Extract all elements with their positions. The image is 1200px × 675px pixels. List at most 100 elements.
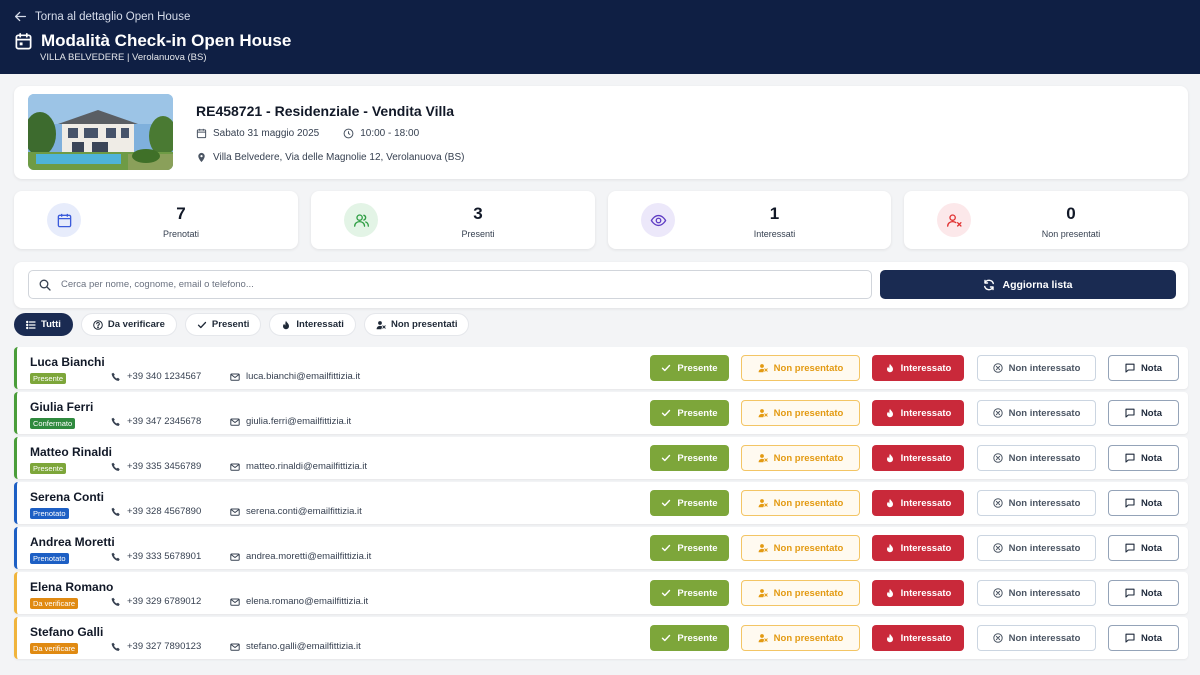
- mark-no-show-button[interactable]: Non presentato: [741, 445, 860, 471]
- button-label: Non interessato: [1008, 497, 1081, 509]
- back-link[interactable]: Torna al dettaglio Open House: [14, 10, 190, 23]
- mark-not-interested-button[interactable]: Non interessato: [977, 490, 1096, 516]
- phone-text: +39 328 4567890: [127, 506, 202, 517]
- email-text: stefano.galli@emailfittizia.it: [246, 641, 361, 652]
- mark-present-button[interactable]: Presente: [650, 445, 729, 471]
- mark-interested-button[interactable]: Interessato: [872, 580, 964, 606]
- check-icon: [197, 321, 207, 328]
- flame-icon: [886, 363, 893, 373]
- status-badge: Confermato: [30, 418, 76, 429]
- tab-presenti[interactable]: Presenti: [184, 313, 262, 336]
- mark-present-button[interactable]: Presente: [650, 355, 729, 381]
- check-icon: [662, 544, 671, 552]
- search-input[interactable]: [61, 279, 841, 290]
- mark-present-button[interactable]: Presente: [650, 535, 729, 561]
- tab-tutti[interactable]: Tutti: [14, 313, 73, 336]
- mark-interested-button[interactable]: Interessato: [872, 400, 964, 426]
- search-icon: [39, 279, 51, 291]
- x-circle-icon: [992, 408, 1003, 418]
- user-x-icon: [758, 409, 768, 418]
- phone-icon: [111, 597, 120, 606]
- mark-interested-button[interactable]: Interessato: [872, 625, 964, 651]
- search-box[interactable]: [28, 270, 872, 299]
- mark-interested-button[interactable]: Interessato: [872, 535, 964, 561]
- search-panel: Aggiorna lista: [14, 262, 1188, 308]
- attendee-row: Luca Bianchi Presente +39 340 1234567 lu…: [14, 347, 1188, 389]
- add-note-button[interactable]: Nota: [1108, 400, 1179, 426]
- message-icon: [1125, 543, 1135, 553]
- refresh-icon: [984, 279, 995, 290]
- mark-present-button[interactable]: Presente: [650, 400, 729, 426]
- button-label: Non interessato: [1008, 362, 1081, 374]
- phone-icon: [111, 462, 120, 471]
- stat-value: 0: [1066, 204, 1076, 223]
- attendee-phone: +39 327 7890123: [111, 641, 201, 652]
- button-label: Non presentato: [773, 452, 844, 464]
- attendee-phone: +39 340 1234567: [111, 371, 201, 382]
- add-note-button[interactable]: Nota: [1108, 580, 1179, 606]
- check-icon: [662, 499, 671, 507]
- attendee-list: Luca Bianchi Presente +39 340 1234567 lu…: [14, 347, 1188, 662]
- mark-not-interested-button[interactable]: Non interessato: [977, 445, 1096, 471]
- mark-no-show-button[interactable]: Non presentato: [741, 535, 860, 561]
- mark-present-button[interactable]: Presente: [650, 490, 729, 516]
- button-label: Non interessato: [1008, 542, 1081, 554]
- tab-da-verificare[interactable]: Da verificare: [80, 313, 177, 336]
- mail-icon: [230, 418, 240, 426]
- button-label: Interessato: [900, 452, 952, 464]
- flame-icon: [886, 633, 893, 643]
- tab-non-presentati[interactable]: Non presentati: [363, 313, 470, 336]
- mark-interested-button[interactable]: Interessato: [872, 490, 964, 516]
- email-text: andrea.moretti@emailfittizia.it: [246, 551, 372, 562]
- refresh-list-button[interactable]: Aggiorna lista: [880, 270, 1176, 299]
- question-icon: [93, 319, 103, 330]
- mark-present-button[interactable]: Presente: [650, 625, 729, 651]
- property-time: 10:00 - 18:00: [360, 128, 420, 139]
- tab-interessati[interactable]: Interessati: [269, 313, 356, 336]
- button-label: Nota: [1140, 632, 1163, 644]
- user-x-icon: [758, 589, 768, 598]
- mark-no-show-button[interactable]: Non presentato: [741, 625, 860, 651]
- mark-present-button[interactable]: Presente: [650, 580, 729, 606]
- phone-icon: [111, 372, 120, 381]
- mark-not-interested-button[interactable]: Non interessato: [977, 355, 1096, 381]
- status-badge: Prenotato: [30, 553, 69, 564]
- attendee-name: Matteo Rinaldi: [30, 445, 113, 459]
- attendee-name: Stefano Galli: [30, 625, 104, 639]
- add-note-button[interactable]: Nota: [1108, 625, 1179, 651]
- attendee-email: matteo.rinaldi@emailfittizia.it: [230, 461, 367, 472]
- tab-label: Da verificare: [107, 319, 165, 330]
- add-note-button[interactable]: Nota: [1108, 490, 1179, 516]
- stat-prenotati: 7 Prenotati: [14, 191, 298, 249]
- add-note-button[interactable]: Nota: [1108, 535, 1179, 561]
- add-note-button[interactable]: Nota: [1108, 355, 1179, 381]
- mark-not-interested-button[interactable]: Non interessato: [977, 580, 1096, 606]
- mark-no-show-button[interactable]: Non presentato: [741, 355, 860, 381]
- mark-interested-button[interactable]: Interessato: [872, 445, 964, 471]
- button-label: Nota: [1140, 407, 1163, 419]
- mark-no-show-button[interactable]: Non presentato: [741, 580, 860, 606]
- phone-icon: [111, 642, 120, 651]
- attendee-row: Andrea Moretti Prenotato +39 333 5678901…: [14, 527, 1188, 569]
- mark-interested-button[interactable]: Interessato: [872, 355, 964, 381]
- message-icon: [1125, 588, 1135, 598]
- clock-icon: [343, 128, 354, 139]
- add-note-button[interactable]: Nota: [1108, 445, 1179, 471]
- property-image: [28, 94, 173, 170]
- message-icon: [1125, 498, 1135, 508]
- calendar-icon: [196, 128, 207, 139]
- phone-text: +39 347 2345678: [127, 416, 202, 427]
- mark-not-interested-button[interactable]: Non interessato: [977, 400, 1096, 426]
- mark-not-interested-button[interactable]: Non interessato: [977, 535, 1096, 561]
- property-title: RE458721 - Residenziale - Vendita Villa: [196, 103, 455, 119]
- phone-text: +39 327 7890123: [127, 641, 202, 652]
- mark-no-show-button[interactable]: Non presentato: [741, 490, 860, 516]
- mark-not-interested-button[interactable]: Non interessato: [977, 625, 1096, 651]
- button-label: Non interessato: [1008, 407, 1081, 419]
- button-label: Nota: [1140, 542, 1163, 554]
- mark-no-show-button[interactable]: Non presentato: [741, 400, 860, 426]
- button-label: Nota: [1140, 497, 1163, 509]
- email-text: matteo.rinaldi@emailfittizia.it: [246, 461, 368, 472]
- stat-non-presentati: 0 Non presentati: [904, 191, 1188, 249]
- button-label: Presente: [677, 497, 718, 509]
